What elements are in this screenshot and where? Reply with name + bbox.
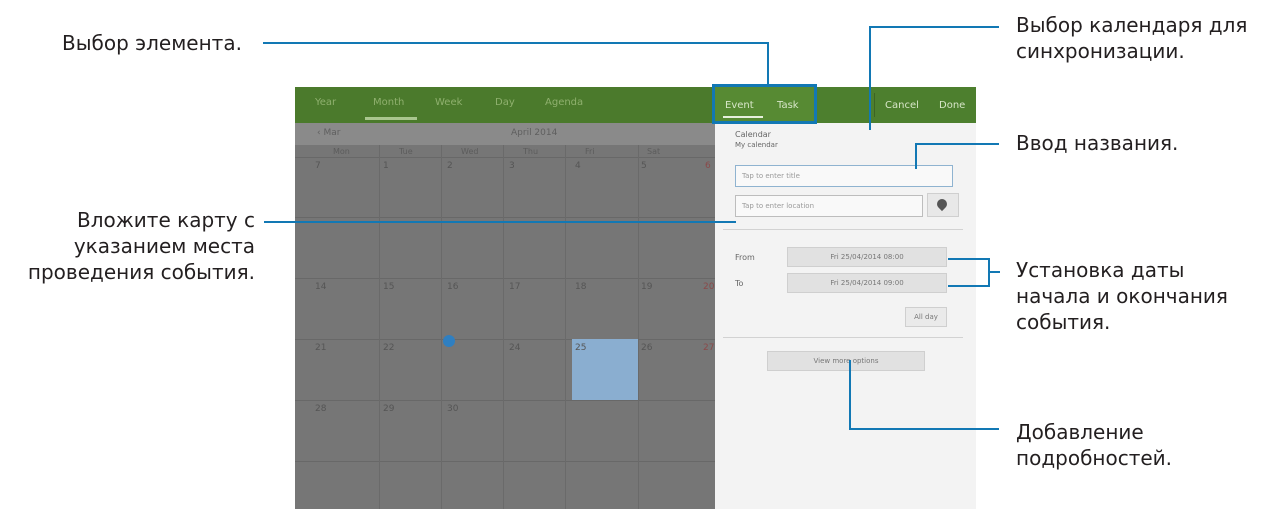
month-title: April 2014 [511, 128, 558, 138]
day-number[interactable]: 28 [315, 404, 326, 414]
event-form: Calendar My calendar Tap to enter title … [715, 123, 976, 509]
divider [723, 337, 963, 338]
tab-agenda[interactable]: Agenda [545, 97, 583, 108]
day-number[interactable]: 20 [703, 282, 714, 292]
grid-line [441, 145, 442, 509]
callout-line-text: события. [1016, 310, 1111, 334]
divider [874, 93, 875, 117]
day-number[interactable]: 4 [575, 161, 581, 171]
weekday-label: Sat [647, 147, 661, 156]
tab-year[interactable]: Year [315, 97, 336, 108]
tab-week[interactable]: Week [435, 97, 462, 108]
callout-line-text: Установка даты [1016, 258, 1185, 282]
day-number[interactable]: 3 [509, 161, 515, 171]
day-number[interactable]: 19 [641, 282, 652, 292]
day-number[interactable]: 24 [509, 343, 520, 353]
day-number[interactable]: 30 [447, 404, 458, 414]
day-number[interactable]: 22 [383, 343, 394, 353]
calendar-selector[interactable]: My calendar [735, 141, 778, 149]
callout-line-text: начала и окончания [1016, 284, 1228, 308]
day-number[interactable]: 2 [447, 161, 453, 171]
grid-line [379, 145, 380, 509]
item-type-highlight-box [712, 84, 817, 124]
grid-line [295, 461, 715, 462]
callout-line-text: Добавление [1016, 420, 1144, 444]
end-date-field[interactable]: Fri 25/04/2014 09:00 [787, 273, 947, 293]
callout-line-text: Вложите карту с [77, 208, 255, 232]
day-number[interactable]: 15 [383, 282, 394, 292]
grid-line [295, 278, 715, 279]
weekday-label: Fri [585, 147, 595, 156]
day-number[interactable]: 1 [383, 161, 389, 171]
weekday-label: Tue [399, 147, 413, 156]
calendar-view-tabs: Year Month Week Day Agenda [295, 87, 715, 123]
prev-month-button[interactable]: ‹ Mar [317, 128, 340, 138]
tablet-screenshot: Year Month Week Day Agenda ‹ Mar April 2… [295, 87, 976, 509]
grid-line [638, 145, 639, 509]
callout-line-text: синхронизации. [1016, 39, 1185, 63]
tab-day[interactable]: Day [495, 97, 515, 108]
callout-line [767, 42, 769, 85]
day-number[interactable]: 25 [575, 343, 586, 353]
callout-calendar-sync: Выбор календаря для синхронизации. [1016, 12, 1247, 64]
month-grid: Mon Tue Wed Thu Fri Sat 7 1 2 3 4 5 6 14… [295, 145, 715, 509]
callout-map-attach: Вложите карту с указанием места проведен… [0, 207, 255, 285]
day-number[interactable]: 7 [315, 161, 321, 171]
grid-line [295, 217, 715, 218]
day-number[interactable]: 18 [575, 282, 586, 292]
callout-line [263, 42, 768, 44]
all-day-toggle[interactable]: All day [905, 307, 947, 327]
weekday-label: Wed [461, 147, 479, 156]
day-number[interactable]: 14 [315, 282, 326, 292]
callout-item-select: Выбор элемента. [62, 31, 242, 55]
view-more-options-button[interactable]: View more options [767, 351, 925, 371]
from-label: From [735, 253, 755, 262]
month-navigation: ‹ Mar April 2014 [295, 123, 715, 145]
callout-line [948, 285, 990, 287]
callout-line-text: проведения события. [27, 260, 255, 284]
done-button[interactable]: Done [939, 100, 965, 111]
tab-underline [365, 117, 417, 120]
callout-line [849, 360, 851, 429]
calendar-label: Calendar [735, 130, 771, 139]
callout-line [264, 221, 736, 223]
day-number[interactable]: 26 [641, 343, 652, 353]
callout-line-text: Выбор календаря для [1016, 13, 1248, 37]
callout-line [915, 143, 999, 145]
callout-more-details: Добавление подробностей. [1016, 419, 1172, 471]
callout-line [849, 428, 999, 430]
today-marker [443, 335, 455, 347]
grid-line [565, 145, 566, 509]
day-number[interactable]: 5 [641, 161, 647, 171]
tab-month[interactable]: Month [373, 97, 404, 108]
weekday-label: Mon [333, 147, 350, 156]
callout-date-set: Установка даты начала и окончания событи… [1016, 257, 1228, 335]
weekday-label: Thu [523, 147, 539, 156]
day-number[interactable]: 6 [705, 161, 711, 171]
day-number[interactable]: 27 [703, 343, 714, 353]
divider [723, 229, 963, 230]
title-input[interactable]: Tap to enter title [735, 165, 953, 187]
day-number[interactable]: 17 [509, 282, 520, 292]
callout-line [948, 258, 990, 260]
to-label: To [735, 279, 744, 288]
callout-line [869, 26, 999, 28]
cancel-button[interactable]: Cancel [885, 100, 919, 111]
grid-line [503, 145, 504, 509]
start-date-field[interactable]: Fri 25/04/2014 08:00 [787, 247, 947, 267]
grid-line [295, 400, 715, 401]
grid-line [295, 339, 715, 340]
day-number[interactable]: 21 [315, 343, 326, 353]
callout-title-entry: Ввод названия. [1016, 131, 1179, 155]
callout-line [915, 143, 917, 169]
day-number[interactable]: 29 [383, 404, 394, 414]
callout-line [869, 26, 871, 130]
location-input[interactable]: Tap to enter location [735, 195, 923, 217]
grid-line [295, 157, 715, 158]
day-number[interactable]: 16 [447, 282, 458, 292]
callout-line [988, 271, 1000, 273]
callout-line-text: указанием места [73, 234, 255, 258]
callout-line-text: подробностей. [1016, 446, 1173, 470]
